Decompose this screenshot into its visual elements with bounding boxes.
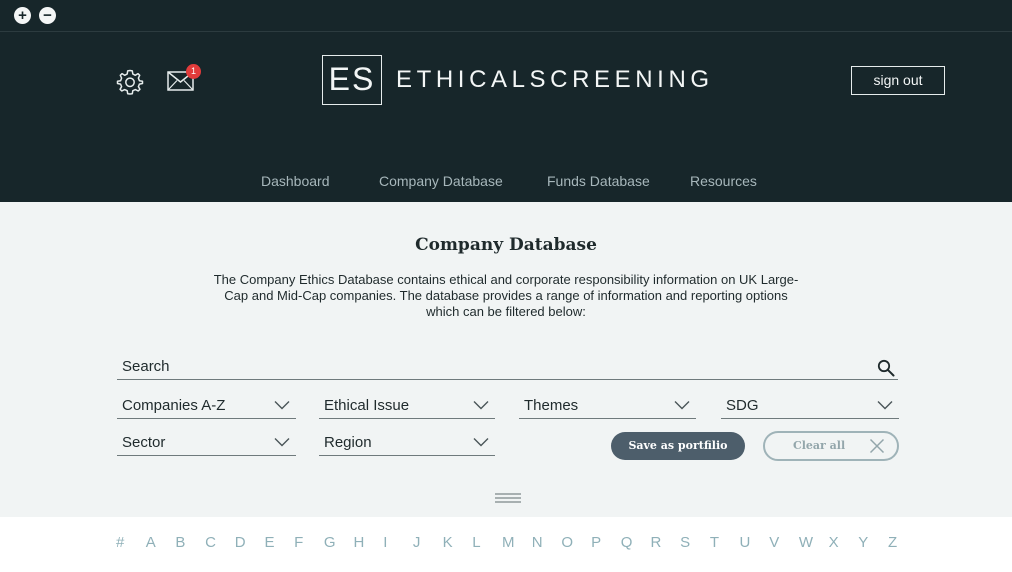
letter-filter-hash[interactable]: # xyxy=(116,534,124,552)
letter-filter-u[interactable]: U xyxy=(740,534,751,552)
page-title: Company Database xyxy=(415,235,597,255)
expand-handle-icon[interactable] xyxy=(495,493,521,505)
letter-filter-v[interactable]: V xyxy=(769,534,779,552)
letter-filter-a[interactable]: A xyxy=(146,534,156,552)
nav-funds-database[interactable]: Funds Database xyxy=(547,172,650,190)
alphabet-filter: # A B C D E F G H I J K L M N O P Q R S T U V W X Y Z xyxy=(0,517,1012,572)
ethical-issue-dropdown-label: Ethical Issue xyxy=(324,397,410,414)
letter-filter-o[interactable]: O xyxy=(561,534,573,552)
letter-filter-z[interactable]: Z xyxy=(888,534,897,552)
clear-all-button[interactable]: Clear all xyxy=(763,431,899,461)
logo-text: ETHICALSCREENING xyxy=(396,66,714,93)
letter-filter-x[interactable]: X xyxy=(829,534,839,552)
letter-filter-g[interactable]: G xyxy=(324,534,336,552)
letter-filter-q[interactable]: Q xyxy=(621,534,633,552)
sector-dropdown[interactable]: Sector xyxy=(117,432,296,456)
search-input[interactable]: Search xyxy=(117,356,898,380)
letter-filter-i[interactable]: I xyxy=(383,534,387,552)
notification-badge: 1 xyxy=(186,64,201,79)
clear-all-label: Clear all xyxy=(793,439,846,452)
close-icon xyxy=(869,438,885,454)
chevron-down-icon xyxy=(877,401,893,410)
themes-dropdown[interactable]: Themes xyxy=(519,395,696,419)
letter-filter-h[interactable]: H xyxy=(354,534,365,552)
letter-filter-l[interactable]: L xyxy=(472,534,480,552)
save-as-portfolio-button[interactable]: Save as portfilio xyxy=(611,432,745,460)
sdg-dropdown-label: SDG xyxy=(726,397,759,414)
letter-filter-s[interactable]: S xyxy=(680,534,690,552)
letter-filter-j[interactable]: J xyxy=(413,534,421,552)
chevron-down-icon xyxy=(473,401,489,410)
letter-filter-b[interactable]: B xyxy=(175,534,185,552)
sdg-dropdown[interactable]: SDG xyxy=(721,395,899,419)
letter-filter-f[interactable]: F xyxy=(294,534,303,552)
nav-company-database[interactable]: Company Database xyxy=(379,172,503,190)
letter-filter-w[interactable]: W xyxy=(799,534,813,552)
search-icon[interactable] xyxy=(877,359,895,377)
gear-icon[interactable] xyxy=(116,68,144,96)
chevron-down-icon xyxy=(274,401,290,410)
nav-resources[interactable]: Resources xyxy=(690,172,757,190)
letter-filter-y[interactable]: Y xyxy=(858,534,868,552)
chevron-down-icon xyxy=(473,438,489,447)
nav-dashboard[interactable]: Dashboard xyxy=(261,172,330,190)
chevron-down-icon xyxy=(674,401,690,410)
letter-filter-t[interactable]: T xyxy=(710,534,719,552)
region-dropdown[interactable]: Region xyxy=(319,432,495,456)
letter-filter-c[interactable]: C xyxy=(205,534,216,552)
letter-filter-m[interactable]: M xyxy=(502,534,515,552)
sector-dropdown-label: Sector xyxy=(122,434,166,451)
letter-filter-d[interactable]: D xyxy=(235,534,246,552)
ethical-issue-dropdown[interactable]: Ethical Issue xyxy=(319,395,495,419)
letter-filter-r[interactable]: R xyxy=(650,534,661,552)
page-description: The Company Ethics Database contains eth… xyxy=(213,272,799,319)
region-dropdown-label: Region xyxy=(324,434,372,451)
main-content: Company Database The Company Ethics Data… xyxy=(0,202,1012,517)
window-bar: + − xyxy=(0,0,1012,32)
letter-filter-n[interactable]: N xyxy=(532,534,543,552)
search-label: Search xyxy=(122,358,170,375)
letter-filter-e[interactable]: E xyxy=(264,534,274,552)
site-header: 1 ES ETHICALSCREENING sign out Dashboard… xyxy=(0,32,1012,202)
logo-initials: ES xyxy=(322,55,382,105)
letter-filter-p[interactable]: P xyxy=(591,534,601,552)
zoom-out-button[interactable]: − xyxy=(39,7,56,24)
letter-filter-k[interactable]: K xyxy=(443,534,453,552)
themes-dropdown-label: Themes xyxy=(524,397,579,414)
zoom-in-button[interactable]: + xyxy=(14,7,31,24)
companies-dropdown-label: Companies A-Z xyxy=(122,397,226,414)
chevron-down-icon xyxy=(274,438,290,447)
companies-dropdown[interactable]: Companies A-Z xyxy=(117,395,296,419)
sign-out-button[interactable]: sign out xyxy=(851,66,945,95)
